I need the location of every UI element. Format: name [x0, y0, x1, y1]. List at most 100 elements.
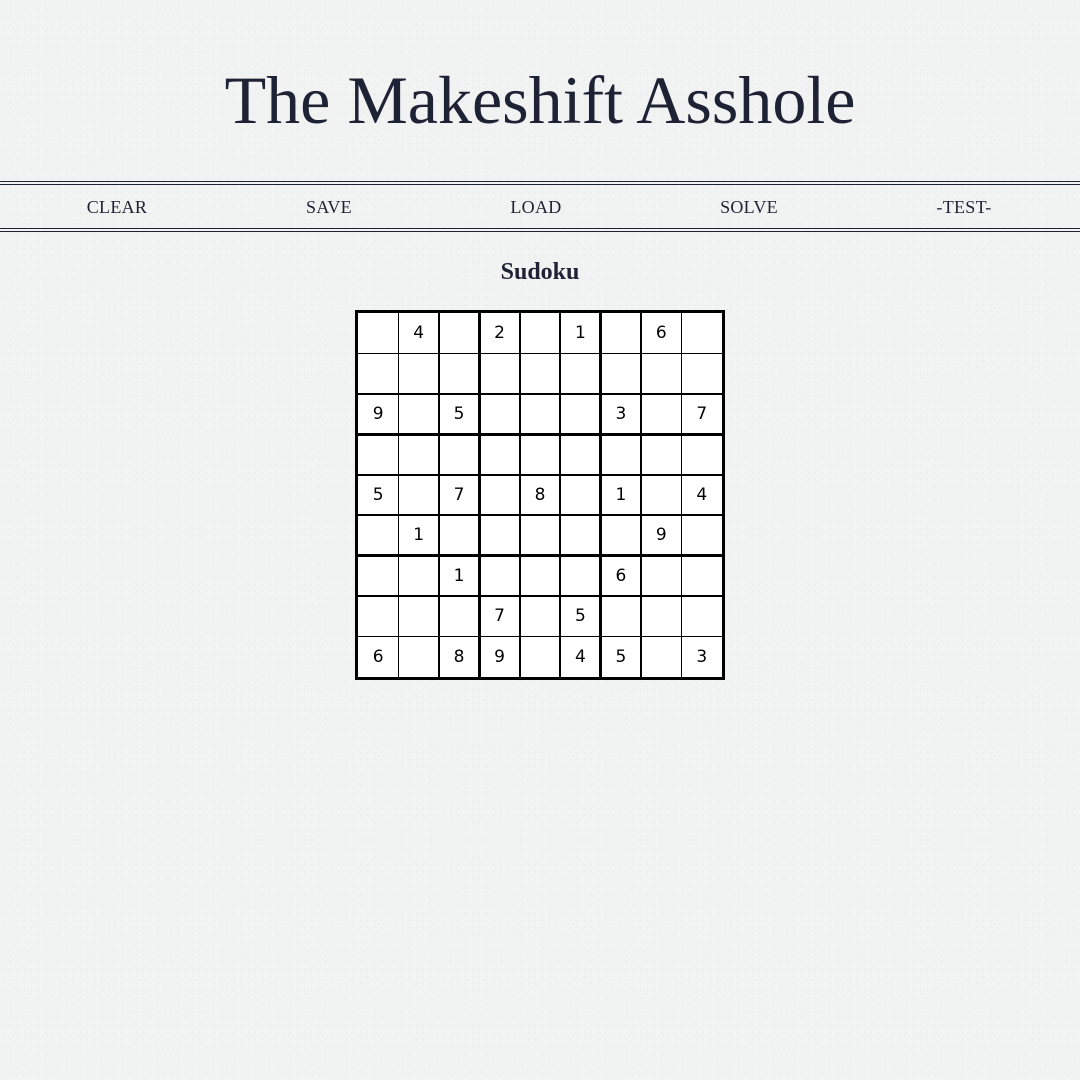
- sudoku-cell-r7c8[interactable]: [641, 556, 681, 596]
- sudoku-cell-r8c7[interactable]: [601, 596, 641, 636]
- sudoku-cell-r1c4[interactable]: 2: [479, 313, 519, 353]
- sudoku-cell-r2c9[interactable]: [682, 353, 722, 393]
- cell-divider-vertical: [438, 313, 440, 677]
- sudoku-cell-r1c3[interactable]: [439, 313, 479, 353]
- sudoku-cell-r5c4[interactable]: [479, 475, 519, 515]
- box-divider-horizontal: [358, 554, 722, 558]
- sudoku-board: 4216953757814191675689453: [355, 310, 725, 680]
- sudoku-cell-r7c7[interactable]: 6: [601, 556, 641, 596]
- sudoku-cell-r6c7[interactable]: [601, 515, 641, 555]
- sudoku-cell-r3c6[interactable]: [560, 394, 600, 434]
- sudoku-cell-r2c7[interactable]: [601, 353, 641, 393]
- sudoku-cell-r9c2[interactable]: [398, 637, 438, 677]
- sudoku-cell-r8c6[interactable]: 5: [560, 596, 600, 636]
- sudoku-cell-r7c5[interactable]: [520, 556, 560, 596]
- sudoku-cell-r1c2[interactable]: 4: [398, 313, 438, 353]
- sudoku-cell-r3c1[interactable]: 9: [358, 394, 398, 434]
- site-title: The Makeshift Asshole: [224, 62, 856, 138]
- sudoku-cell-r2c5[interactable]: [520, 353, 560, 393]
- sudoku-cell-r4c9[interactable]: [682, 434, 722, 474]
- sudoku-cell-r8c9[interactable]: [682, 596, 722, 636]
- sudoku-cell-r7c2[interactable]: [398, 556, 438, 596]
- sudoku-cell-r4c5[interactable]: [520, 434, 560, 474]
- sudoku-cell-r5c9[interactable]: 4: [682, 475, 722, 515]
- sudoku-cell-r1c5[interactable]: [520, 313, 560, 353]
- sudoku-cell-r7c9[interactable]: [682, 556, 722, 596]
- sudoku-cell-r3c7[interactable]: 3: [601, 394, 641, 434]
- sudoku-cell-r7c6[interactable]: [560, 556, 600, 596]
- sudoku-cell-r9c4[interactable]: 9: [479, 637, 519, 677]
- sudoku-cell-r8c8[interactable]: [641, 596, 681, 636]
- sudoku-cell-r6c5[interactable]: [520, 515, 560, 555]
- box-divider-horizontal: [358, 432, 722, 436]
- sudoku-cell-r2c3[interactable]: [439, 353, 479, 393]
- load-button[interactable]: LOAD: [456, 185, 616, 228]
- sudoku-cell-r6c9[interactable]: [682, 515, 722, 555]
- sudoku-cell-r3c2[interactable]: [398, 394, 438, 434]
- sudoku-cell-r9c5[interactable]: [520, 637, 560, 677]
- sudoku-cell-r5c2[interactable]: [398, 475, 438, 515]
- sudoku-cell-r9c8[interactable]: [641, 637, 681, 677]
- sudoku-cell-r2c2[interactable]: [398, 353, 438, 393]
- sudoku-cell-r6c4[interactable]: [479, 515, 519, 555]
- sudoku-cell-r1c9[interactable]: [682, 313, 722, 353]
- sudoku-cell-r9c9[interactable]: 3: [682, 637, 722, 677]
- sudoku-cell-r8c1[interactable]: [358, 596, 398, 636]
- sudoku-cell-r5c5[interactable]: 8: [520, 475, 560, 515]
- sudoku-cell-r5c7[interactable]: 1: [601, 475, 641, 515]
- sudoku-cell-r4c6[interactable]: [560, 434, 600, 474]
- sudoku-cell-r3c5[interactable]: [520, 394, 560, 434]
- cell-divider-horizontal: [358, 635, 722, 638]
- game-title: Sudoku: [500, 259, 580, 285]
- sudoku-cell-r4c2[interactable]: [398, 434, 438, 474]
- sudoku-cell-r2c1[interactable]: [358, 353, 398, 393]
- sudoku-cell-r6c3[interactable]: [439, 515, 479, 555]
- cell-divider-vertical: [397, 313, 400, 677]
- sudoku-cell-r1c1[interactable]: [358, 313, 398, 353]
- sudoku-cell-r4c4[interactable]: [479, 434, 519, 474]
- sudoku-cell-r4c7[interactable]: [601, 434, 641, 474]
- solve-button[interactable]: SOLVE: [669, 185, 829, 228]
- sudoku-cell-r5c6[interactable]: [560, 475, 600, 515]
- sudoku-cell-r3c3[interactable]: 5: [439, 394, 479, 434]
- cell-divider-horizontal: [358, 352, 722, 355]
- sudoku-cell-r7c4[interactable]: [479, 556, 519, 596]
- test-button[interactable]: -TEST-: [884, 185, 1044, 228]
- sudoku-cell-r6c1[interactable]: [358, 515, 398, 555]
- sudoku-cell-r2c4[interactable]: [479, 353, 519, 393]
- sudoku-cell-r9c3[interactable]: 8: [439, 637, 479, 677]
- sudoku-cell-r4c3[interactable]: [439, 434, 479, 474]
- cell-divider-horizontal: [358, 595, 722, 597]
- sudoku-cell-r8c5[interactable]: [520, 596, 560, 636]
- clear-button[interactable]: CLEAR: [37, 185, 197, 228]
- sudoku-cell-r9c1[interactable]: 6: [358, 637, 398, 677]
- sudoku-cell-r2c8[interactable]: [641, 353, 681, 393]
- sudoku-cell-r5c3[interactable]: 7: [439, 475, 479, 515]
- sudoku-cell-r3c4[interactable]: [479, 394, 519, 434]
- sudoku-cell-r4c8[interactable]: [641, 434, 681, 474]
- save-button[interactable]: SAVE: [249, 185, 409, 228]
- sudoku-cell-r6c8[interactable]: 9: [641, 515, 681, 555]
- sudoku-cell-r1c8[interactable]: 6: [641, 313, 681, 353]
- box-divider-vertical: [599, 313, 603, 677]
- sudoku-cell-r1c6[interactable]: 1: [560, 313, 600, 353]
- sudoku-cell-r9c6[interactable]: 4: [560, 637, 600, 677]
- sudoku-cell-r8c4[interactable]: 7: [479, 596, 519, 636]
- sudoku-cell-r8c3[interactable]: [439, 596, 479, 636]
- sudoku-cell-r6c6[interactable]: [560, 515, 600, 555]
- sudoku-cell-r3c9[interactable]: 7: [682, 394, 722, 434]
- sudoku-cell-r5c1[interactable]: 5: [358, 475, 398, 515]
- sudoku-cell-r5c8[interactable]: [641, 475, 681, 515]
- sudoku-cell-r2c6[interactable]: [560, 353, 600, 393]
- sudoku-cell-r9c7[interactable]: 5: [601, 637, 641, 677]
- sudoku-cell-r6c2[interactable]: 1: [398, 515, 438, 555]
- cell-divider-vertical: [680, 313, 683, 677]
- sudoku-cell-r7c1[interactable]: [358, 556, 398, 596]
- sudoku-cell-r8c2[interactable]: [398, 596, 438, 636]
- cell-divider-horizontal: [358, 474, 722, 476]
- cell-divider-vertical: [519, 313, 521, 677]
- sudoku-cell-r7c3[interactable]: 1: [439, 556, 479, 596]
- sudoku-cell-r4c1[interactable]: [358, 434, 398, 474]
- sudoku-cell-r3c8[interactable]: [641, 394, 681, 434]
- sudoku-cell-r1c7[interactable]: [601, 313, 641, 353]
